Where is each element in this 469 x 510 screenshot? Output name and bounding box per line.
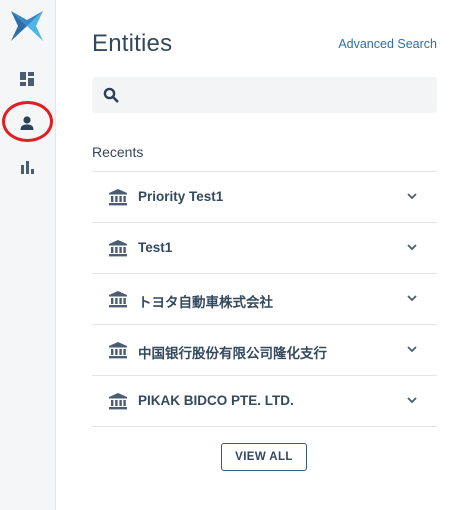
chevron-down-icon[interactable] [407,346,417,353]
chevron-down-icon[interactable] [407,193,417,200]
page-title: Entities [92,30,173,57]
sidebar-item-analytics[interactable] [16,156,38,178]
bank-icon [109,393,127,410]
bar-chart-icon [21,161,34,174]
view-all-button[interactable]: VIEW ALL [221,443,307,471]
advanced-search-link[interactable]: Advanced Search [338,37,437,51]
recents-list: Priority Test1 Test1 トヨタ自動車株式会社 中国银行股份有限… [92,171,437,427]
sidebar [0,0,56,510]
logo-icon[interactable] [9,9,45,43]
search-input[interactable] [128,77,432,115]
list-item-label: PIKAK BIDCO PTE. LTD. [138,393,294,408]
list-item[interactable]: 中国银行股份有限公司隆化支行 [92,325,437,376]
chevron-down-icon[interactable] [407,397,417,404]
list-item[interactable]: PIKAK BIDCO PTE. LTD. [92,376,437,427]
chevron-down-icon[interactable] [407,295,417,302]
sidebar-item-entities[interactable] [16,112,38,134]
list-item-label: トヨタ自動車株式会社 [138,295,273,310]
main-content: Entities Advanced Search Recents Priorit… [56,0,469,510]
search-box[interactable] [92,77,437,115]
list-item-label: 中国银行股份有限公司隆化支行 [138,346,327,361]
list-item[interactable]: Priority Test1 [92,172,437,223]
list-item-label: Test1 [138,240,173,255]
dashboard-icon [20,72,34,86]
bank-icon [109,189,127,206]
bank-icon [109,240,127,257]
chevron-down-icon[interactable] [407,244,417,251]
bank-icon [109,342,127,359]
sidebar-item-dashboard[interactable] [16,68,38,90]
list-item-label: Priority Test1 [138,189,224,204]
list-item[interactable]: トヨタ自動車株式会社 [92,274,437,325]
search-icon [103,87,119,103]
bank-icon [109,291,127,308]
person-icon [20,116,34,130]
list-item[interactable]: Test1 [92,223,437,274]
recents-heading: Recents [92,144,144,160]
